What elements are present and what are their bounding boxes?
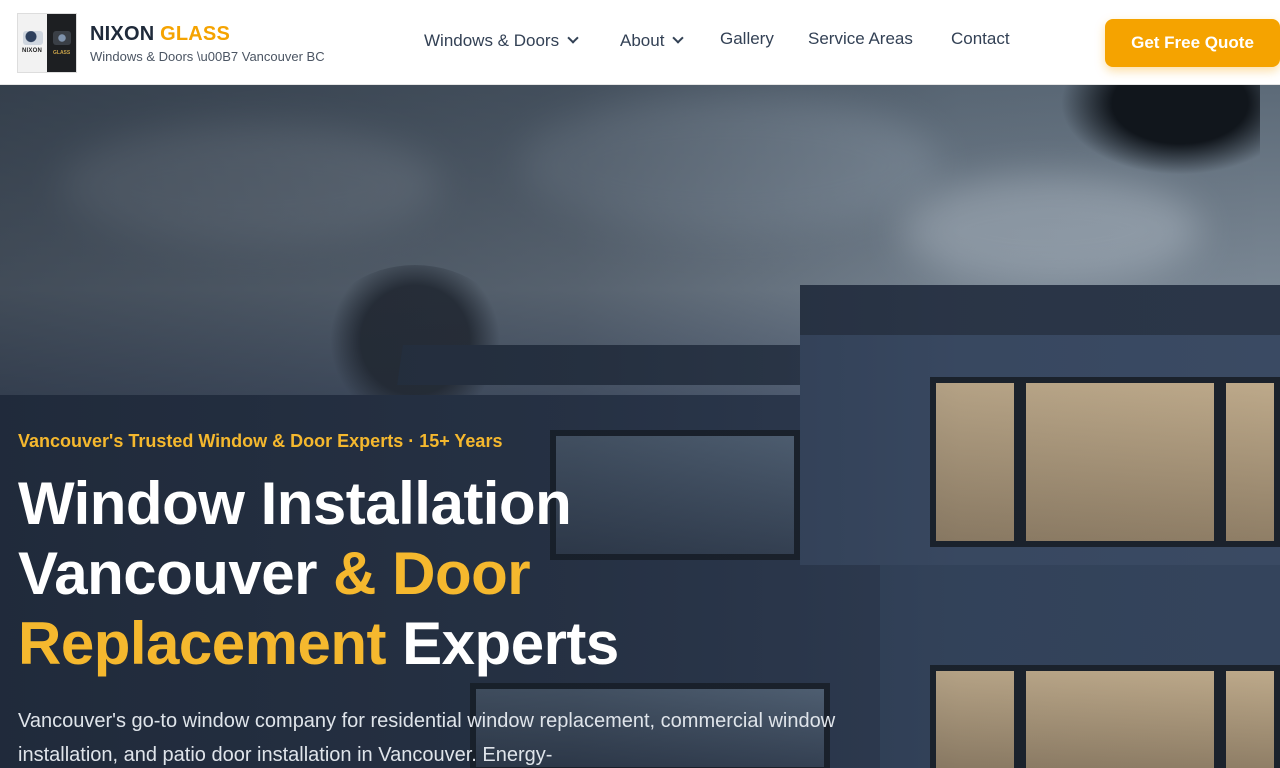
chevron-down-icon xyxy=(672,32,685,44)
hero-headline: Window Installation Vancouver & Door Rep… xyxy=(18,469,778,679)
nav-label: Windows & Doors xyxy=(424,31,560,50)
nav-label: About xyxy=(620,31,665,50)
site-header: NIXON GLASS NIXON GLASS Windows & Doors … xyxy=(0,0,1280,85)
headline-line2-white: Vancouver xyxy=(18,540,334,607)
logo-emblem xyxy=(23,31,43,45)
get-free-quote-button[interactable]: Get Free Quote xyxy=(1105,19,1280,67)
logo-right-panel: GLASS xyxy=(47,14,76,72)
brand-block[interactable]: NIXON GLASS Windows & Doors \u00B7 Vanco… xyxy=(90,22,325,65)
hero-eyebrow: Vancouver's Trusted Window & Door Expert… xyxy=(18,431,503,451)
headline-line2-accent: & Door xyxy=(333,540,531,607)
chevron-down-icon xyxy=(567,32,579,44)
headline-line3-white: Experts xyxy=(385,610,619,677)
nav-item-service-areas[interactable]: Service Areas xyxy=(808,28,913,50)
nav-item-about[interactable]: About xyxy=(620,30,685,52)
nav-label: Contact xyxy=(951,29,1010,48)
brand-primary: NIXON xyxy=(90,23,155,45)
logo-text-right: GLASS xyxy=(53,50,71,56)
logo-emblem-dark xyxy=(53,31,71,45)
hero-lead-paragraph: Vancouver's go-to window company for res… xyxy=(18,710,836,766)
headline-line3-accent: Replacement xyxy=(18,610,386,677)
nav-label: Service Areas xyxy=(808,29,913,48)
nav-item-contact[interactable]: Contact xyxy=(951,28,1010,50)
nav-label: Gallery xyxy=(720,29,774,48)
brand-tagline: Windows & Doors \u00B7 Vancouver BC xyxy=(90,49,325,64)
logo-left-panel: NIXON xyxy=(18,14,47,72)
logo-text-left: NIXON xyxy=(22,48,43,54)
headline-line1: Window Installation xyxy=(18,470,572,537)
nav-item-gallery[interactable]: Gallery xyxy=(720,28,774,50)
nixon-glass-logo[interactable]: NIXON GLASS xyxy=(17,13,77,73)
brand-accent: GLASS xyxy=(160,23,231,45)
nav-item-windows-doors[interactable]: Windows & Doors xyxy=(424,30,579,52)
brand-name: NIXON GLASS xyxy=(90,22,325,46)
